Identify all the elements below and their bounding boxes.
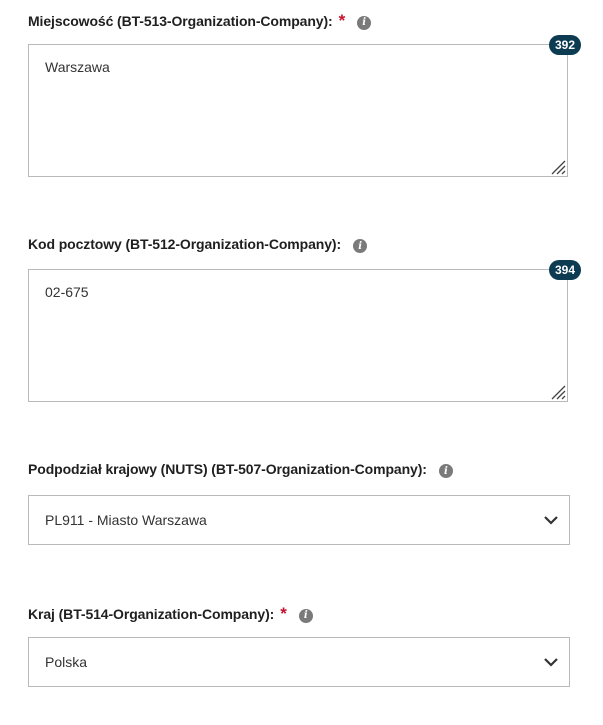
country-selected-value: Polska <box>45 654 88 670</box>
character-counter: 394 <box>548 260 581 280</box>
required-asterisk: * <box>338 11 346 30</box>
nuts-label-text: Podpodział krajowy (NUTS) (BT-507-Organi… <box>28 461 427 477</box>
city-textarea[interactable]: Warszawa <box>28 44 568 177</box>
city-label: Miejscowość (BT-513-Organization-Company… <box>28 11 372 30</box>
postal-code-textarea[interactable]: 02-675 <box>28 269 568 402</box>
country-label-text: Kraj (BT-514-Organization-Company): <box>28 605 275 622</box>
character-counter: 392 <box>548 35 581 55</box>
chevron-down-icon[interactable] <box>543 512 559 528</box>
nuts-select[interactable]: PL911 - Miasto Warszawa <box>28 495 570 545</box>
nuts-selected-value: PL911 - Miasto Warszawa <box>45 512 207 528</box>
resize-grip-icon[interactable] <box>548 157 566 175</box>
city-value: Warszawa <box>45 59 110 75</box>
info-icon[interactable]: i <box>298 608 313 623</box>
city-label-text: Miejscowość (BT-513-Organization-Company… <box>28 12 333 29</box>
country-label: Kraj (BT-514-Organization-Company): * i <box>28 604 313 623</box>
chevron-down-icon[interactable] <box>543 654 559 670</box>
info-icon[interactable]: i <box>353 239 368 253</box>
required-asterisk: * <box>280 604 287 623</box>
postal-code-value: 02-675 <box>45 284 89 300</box>
country-select[interactable]: Polska <box>28 637 570 687</box>
postal-code-label-text: Kod pocztowy (BT-512-Organization-Compan… <box>28 236 342 252</box>
info-icon[interactable]: i <box>357 15 372 30</box>
postal-code-label: Kod pocztowy (BT-512-Organization-Compan… <box>28 236 368 253</box>
info-icon[interactable]: i <box>438 464 453 478</box>
nuts-label: Podpodział krajowy (NUTS) (BT-507-Organi… <box>28 461 453 478</box>
resize-grip-icon[interactable] <box>548 382 566 400</box>
